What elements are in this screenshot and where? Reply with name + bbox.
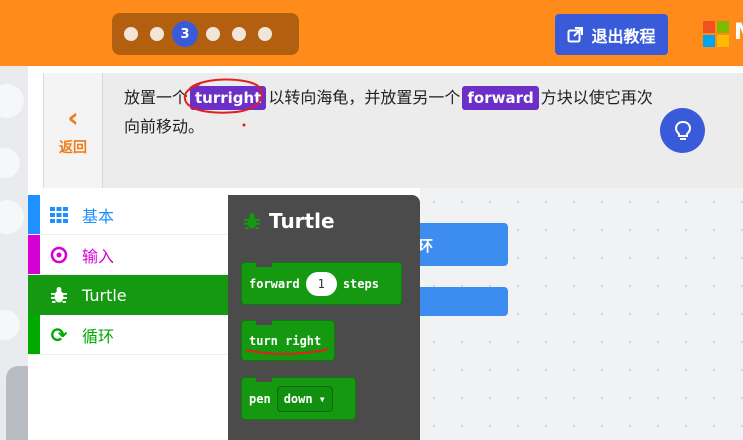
progress-dot[interactable] — [206, 27, 220, 41]
turn-right-block[interactable]: turn right — [241, 320, 335, 361]
progress-dot[interactable] — [150, 27, 164, 41]
category-input[interactable]: 输入 — [28, 235, 228, 275]
target-icon — [48, 246, 70, 264]
progress-dot-current[interactable]: 3 — [172, 21, 198, 47]
back-button[interactable]: ‹ 返回 — [43, 73, 103, 188]
steps-input[interactable]: 1 — [305, 271, 337, 296]
pen-dropdown-value: down — [283, 391, 313, 406]
progress-dot[interactable] — [258, 27, 272, 41]
instruction-text: 放置一个 turright 以转向海龟，并放置另一个 forward 方块以使它再次向前… — [124, 83, 664, 141]
flyout-title-label: Turtle — [269, 209, 335, 233]
brand-text: M — [734, 20, 743, 45]
block-keyword: forward — [249, 276, 300, 291]
bug-icon — [48, 286, 70, 304]
category-label: 基本 — [82, 206, 115, 226]
external-link-icon — [567, 26, 584, 42]
category-loops[interactable]: ⟳ 循环 — [28, 315, 228, 355]
instruction-text-part: 以转向海龟，并放置另一个 — [268, 88, 461, 107]
category-turtle[interactable]: Turtle — [28, 275, 228, 315]
back-label: 返回 — [59, 139, 87, 156]
instruction-text-part: 放置一个 — [124, 88, 189, 107]
keyword-turnright: turright — [190, 86, 267, 110]
caret-down-icon: ▾ — [318, 391, 326, 406]
simulator-edge — [6, 366, 28, 440]
block-keyword: pen — [249, 391, 271, 406]
forward-block[interactable]: forward 1 steps — [241, 262, 402, 305]
pen-block[interactable]: pen down ▾ — [241, 377, 356, 420]
exit-tutorial-button[interactable]: 退出教程 — [555, 14, 668, 55]
chevron-left-icon: ‹ — [67, 100, 79, 134]
refresh-icon: ⟳ — [50, 322, 68, 347]
flyout-title: Turtle — [243, 209, 335, 233]
tutorial-progress: 3 — [112, 13, 299, 55]
bug-icon — [244, 213, 260, 229]
exit-tutorial-label: 退出教程 — [591, 26, 656, 46]
lightbulb-icon — [674, 120, 691, 140]
progress-dot[interactable] — [232, 27, 246, 41]
microsoft-logo-icon — [703, 21, 729, 47]
category-label: 输入 — [82, 246, 115, 266]
block-keyword: steps — [342, 276, 379, 291]
hint-button[interactable] — [660, 108, 705, 153]
category-basic[interactable]: 基本 — [28, 195, 228, 235]
progress-dot[interactable] — [124, 27, 138, 41]
keyword-forward: forward — [462, 86, 539, 110]
block-keyword: turn right — [249, 333, 322, 348]
grid-icon — [48, 206, 70, 223]
workspace-block-label: 环 — [418, 237, 434, 255]
toolbox-categories: 基本 输入 Turtle ⟳ 循环 — [28, 195, 228, 440]
category-label: Turtle — [82, 285, 127, 305]
pen-dropdown[interactable]: down ▾ — [276, 385, 333, 412]
category-label: 循环 — [82, 326, 115, 346]
